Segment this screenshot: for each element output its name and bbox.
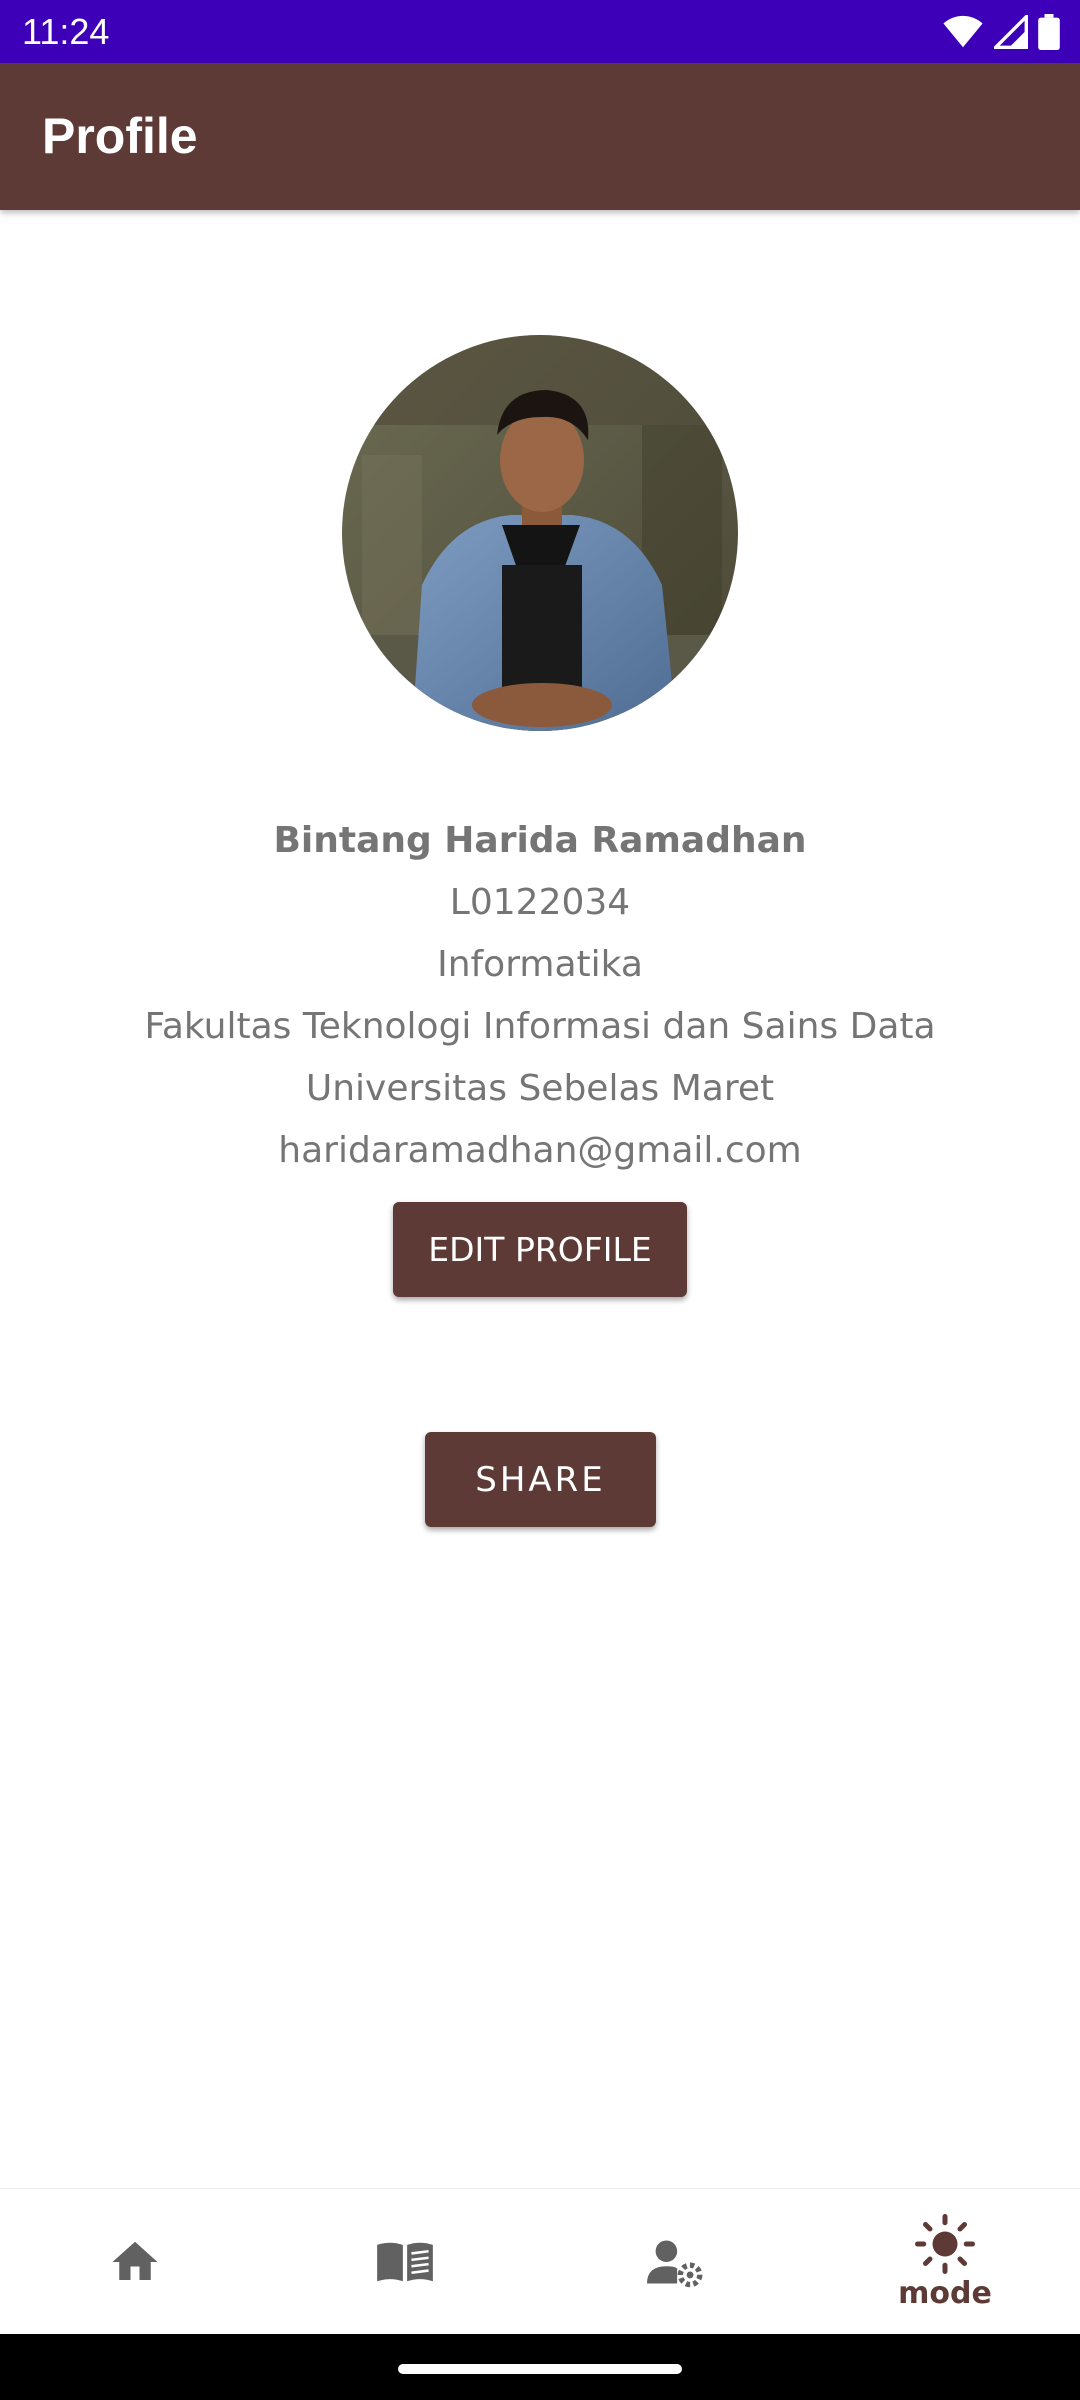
- nav-item-book[interactable]: [270, 2189, 540, 2335]
- battery-icon: [1038, 14, 1060, 50]
- bottom-navigation: mode: [0, 2188, 1080, 2335]
- page-title: Profile: [42, 108, 198, 164]
- user-settings-icon: [647, 2240, 703, 2288]
- profile-major: Informatika: [437, 944, 643, 985]
- profile-student-id: L0122034: [449, 882, 631, 923]
- book-icon: [377, 2242, 433, 2282]
- status-time: 11:24: [22, 11, 110, 52]
- avatar: [342, 335, 738, 731]
- profile-university: Universitas Sebelas Maret: [305, 1068, 775, 1109]
- nav-label-mode: mode: [898, 2275, 992, 2311]
- profile-photo: [342, 335, 738, 731]
- signal-icon: [994, 15, 1028, 49]
- system-gesture-bar: [0, 2334, 1080, 2400]
- gesture-handle[interactable]: [398, 2364, 682, 2374]
- nav-item-mode[interactable]: mode: [810, 2189, 1080, 2335]
- profile-email: haridaramadhan@gmail.com: [278, 1130, 802, 1171]
- wifi-icon: [943, 15, 983, 48]
- profile-info: Bintang Harida Ramadhan L0122034 Informa…: [0, 810, 1080, 1182]
- nav-item-home[interactable]: [0, 2189, 270, 2335]
- edit-profile-button[interactable]: EDIT PROFILE: [393, 1202, 687, 1297]
- nav-item-account-settings[interactable]: [540, 2189, 810, 2335]
- share-button[interactable]: SHARE: [425, 1432, 656, 1527]
- profile-faculty: Fakultas Teknologi Informasi dan Sains D…: [144, 1006, 936, 1047]
- status-icons: [942, 12, 1060, 52]
- sun-icon: [915, 2213, 975, 2274]
- profile-name: Bintang Harida Ramadhan: [273, 820, 807, 861]
- status-bar: 11:24: [0, 0, 1080, 63]
- home-icon: [112, 2241, 158, 2280]
- app-bar: Profile: [0, 63, 1080, 210]
